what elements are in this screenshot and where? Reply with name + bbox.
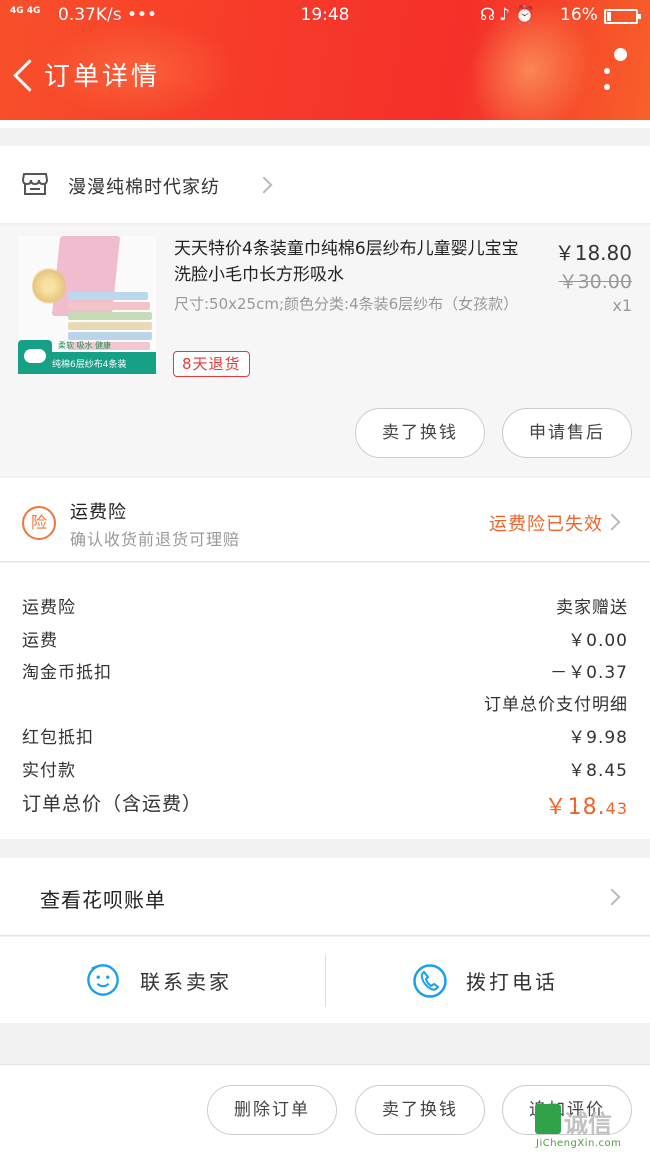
product-title[interactable]: 天天特价4条装童巾纯棉6层纱布儿童婴儿宝宝洗脸小毛巾长方形吸水 [174, 236, 534, 288]
shop-name: 漫漫纯棉时代家纺 [68, 177, 220, 198]
thumb-band-text: 纯棉6层纱布4条装 [52, 360, 127, 370]
cost-value: 卖家赠送 [556, 598, 628, 618]
insurance-subtitle: 确认收货前退货可理赔 [70, 530, 241, 549]
delete-order-button[interactable]: 删除订单 [207, 1085, 337, 1135]
huabei-bill-label: 查看花呗账单 [40, 888, 166, 912]
cost-value: ￥9.98 [568, 728, 628, 748]
product-original-price: ￥30.00 [558, 271, 632, 293]
cost-value: ￥0.00 [568, 631, 628, 651]
call-phone-button[interactable]: 拨打电话 [326, 937, 650, 1023]
cost-label: 运费险 [22, 598, 76, 618]
total-main: ￥18. [544, 795, 606, 820]
cost-label: 红包抵扣 [22, 728, 94, 748]
more-dot-icon [614, 48, 627, 61]
product-price: ￥18.80 [554, 241, 632, 265]
insurance-status: 运费险已失效 [489, 514, 603, 535]
watermark-icon [535, 1104, 561, 1134]
battery-icon [604, 9, 641, 24]
product-image[interactable]: 柔软 吸水 健康 纯棉6层纱布4条装 [18, 236, 156, 374]
cost-label: 实付款 [22, 761, 76, 781]
cost-breakdown: 运费险 卖家赠送 运费 ￥0.00 淘金币抵扣 －￥0.37 订单总价支付明细 … [0, 563, 650, 839]
phone-icon [413, 964, 447, 998]
chat-bubble-icon [87, 964, 119, 996]
product-card[interactable]: 柔软 吸水 健康 纯棉6层纱布4条装 天天特价4条装童巾纯棉6层纱布儿童婴儿宝宝… [0, 226, 650, 476]
total-label: 订单总价（含运费） [22, 793, 203, 815]
status-bar: 4G 4G 0.37K/s ••• 19:48 ☊♪⏰ 16% [0, 0, 650, 32]
towel-image-part [68, 332, 152, 340]
sell-for-cash-button[interactable]: 卖了换钱 [355, 1085, 485, 1135]
battery-level [607, 12, 611, 21]
sell-for-cash-button[interactable]: 卖了换钱 [355, 408, 485, 458]
towel-image-part [68, 292, 148, 300]
watermark-logo: 诚信 JiChengXin.com [532, 1104, 650, 1155]
more-menu-button[interactable] [596, 44, 627, 94]
total-value: ￥18.43 [545, 789, 628, 821]
chevron-right-icon [255, 176, 273, 194]
shop-row[interactable]: 漫漫纯棉时代家纺 [0, 146, 650, 224]
towel-image-part [68, 322, 152, 330]
total-cents: 43 [605, 799, 628, 818]
watermark-url: JiChengXin.com [536, 1138, 622, 1149]
towel-image-part [68, 312, 152, 320]
status-icons: ☊♪⏰ [480, 5, 540, 25]
chevron-right-icon [603, 513, 621, 531]
insurance-icon: 险 [22, 506, 56, 540]
watermark-text: 诚信 [564, 1110, 612, 1138]
huabei-bill-row[interactable]: 查看花呗账单 [0, 858, 650, 936]
clock: 19:48 [300, 5, 350, 25]
more-dot-icon [604, 68, 610, 74]
contact-seller-button[interactable]: 联系卖家 [0, 937, 325, 1023]
product-quantity: x1 [612, 296, 632, 315]
cost-value: －￥0.37 [550, 663, 628, 683]
insurance-title: 运费险 [70, 502, 127, 523]
more-dot-icon [604, 84, 610, 90]
header: 4G 4G 0.37K/s ••• 19:48 ☊♪⏰ 16% 订单详情 [0, 0, 650, 120]
battery-percent: 16% [560, 5, 598, 25]
cotton-logo-icon [18, 340, 52, 374]
cost-label: 运费 [22, 631, 58, 651]
return-policy-badge: 8天退货 [173, 351, 250, 377]
store-icon [22, 173, 48, 195]
page-title: 订单详情 [44, 62, 161, 92]
payment-detail-link[interactable]: 订单总价支付明细 [484, 690, 628, 715]
contact-bar: 联系卖家 拨打电话 [0, 937, 650, 1023]
thumb-tagline: 柔软 吸水 健康 [58, 341, 112, 350]
chevron-right-icon [603, 888, 621, 906]
shipping-insurance-row[interactable]: 险 运费险 确认收货前退货可理赔 运费险已失效 [0, 478, 650, 562]
divider [0, 120, 650, 146]
back-button[interactable] [10, 56, 38, 96]
cost-label: 淘金币抵扣 [22, 663, 112, 683]
flower-image-part [32, 266, 66, 306]
cost-value: ￥8.45 [568, 761, 628, 781]
call-phone-label: 拨打电话 [466, 970, 558, 994]
apply-after-sale-button[interactable]: 申请售后 [502, 408, 632, 458]
towel-image-part [68, 302, 150, 310]
contact-seller-label: 联系卖家 [140, 970, 232, 994]
product-spec: 尺寸:50x25cm;颜色分类:4条装6层纱布（女孩款） [174, 295, 519, 313]
